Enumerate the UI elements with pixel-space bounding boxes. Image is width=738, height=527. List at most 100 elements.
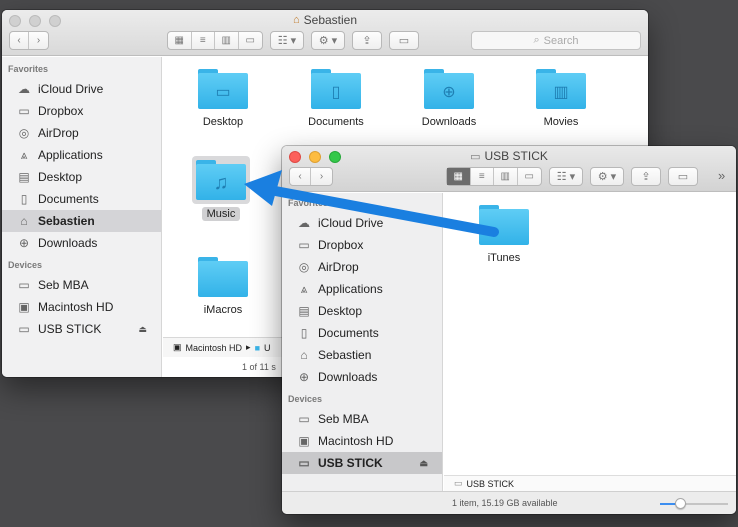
- titlebar[interactable]: ▭ USB STICK ‹ › ▦ ≡ ▥ ▭ ☷ ▾ ⚙ ▾ ⇪ ▭ »: [282, 146, 736, 192]
- sidebar: Favorites ☁ iCloud Drive ▭ Dropbox ◎ AirDro…: [282, 193, 443, 491]
- search-icon: ⌕: [533, 34, 540, 46]
- folder-icon: ▭: [298, 238, 310, 252]
- share-button[interactable]: ⇪: [631, 167, 661, 186]
- eject-icon[interactable]: ⏏: [138, 324, 147, 335]
- sidebar-item-sebastien[interactable]: ⌂ Sebastien: [2, 210, 161, 232]
- path-item[interactable]: Macintosh HD: [186, 343, 243, 353]
- forward-button[interactable]: ›: [29, 32, 48, 49]
- home-icon: ⌂: [300, 348, 308, 362]
- status-text: 1 item, 15.19 GB available: [452, 498, 558, 508]
- search-field[interactable]: ⌕ Search: [471, 31, 641, 50]
- sidebar-item-label: Dropbox: [318, 238, 364, 252]
- sidebar-item-sebastien[interactable]: ⌂ Sebastien: [282, 344, 442, 366]
- folder-icon: ⊕: [424, 69, 474, 109]
- view-mode-buttons: ▦ ≡ ▥ ▭: [167, 31, 263, 50]
- share-icon: ⇪: [362, 35, 372, 47]
- folder-downloads[interactable]: ⊕ Downloads: [401, 69, 497, 128]
- toolbar-overflow-button[interactable]: »: [718, 168, 725, 183]
- sidebar-item-label: Dropbox: [38, 104, 84, 118]
- sidebar-item-dropbox[interactable]: ▭ Dropbox: [2, 100, 161, 122]
- file-grid: iTunes: [444, 193, 736, 491]
- eject-icon[interactable]: ⏏: [419, 458, 428, 469]
- back-button[interactable]: ‹: [290, 168, 311, 185]
- path-item[interactable]: USB STICK: [467, 479, 515, 489]
- list-view-button[interactable]: ≡: [471, 168, 494, 185]
- sidebar-item-icloud-drive[interactable]: ☁ iCloud Drive: [2, 78, 161, 100]
- coverflow-view-button[interactable]: ▭: [239, 32, 262, 49]
- sidebar-item-desktop[interactable]: ▤ Desktop: [282, 300, 442, 322]
- sidebar-item-label: Macintosh HD: [38, 300, 114, 314]
- sidebar-item-macintosh-hd[interactable]: ▣ Macintosh HD: [2, 296, 161, 318]
- folder-label: Desktop: [202, 116, 244, 128]
- sidebar-item-documents[interactable]: ▯ Documents: [282, 322, 442, 344]
- sidebar-item-label: Documents: [38, 192, 99, 206]
- sidebar-item-label: Downloads: [318, 370, 378, 384]
- window-title-text: USB STICK: [484, 149, 548, 163]
- cloud-icon: ☁: [18, 82, 30, 96]
- home-icon: ⌂: [292, 14, 300, 26]
- folder-imacros[interactable]: iMacros: [175, 257, 271, 316]
- arrange-button[interactable]: ☷ ▾: [270, 31, 304, 50]
- column-view-button[interactable]: ▥: [494, 168, 518, 185]
- share-button[interactable]: ⇪: [352, 31, 382, 50]
- sidebar-item-icloud-drive[interactable]: ☁ iCloud Drive: [282, 212, 442, 234]
- finder-window-usb-stick[interactable]: ▭ USB STICK ‹ › ▦ ≡ ▥ ▭ ☷ ▾ ⚙ ▾ ⇪ ▭ » Fa…: [282, 146, 736, 514]
- usb-drive-icon: ▭: [454, 478, 463, 488]
- arrange-button[interactable]: ☷ ▾: [549, 167, 583, 186]
- sidebar-item-usb-stick[interactable]: ▭ USB STICK ⏏: [2, 318, 161, 340]
- forward-button[interactable]: ›: [311, 168, 332, 185]
- sidebar-item-label: Applications: [38, 148, 103, 162]
- column-view-button[interactable]: ▥: [215, 32, 239, 49]
- sidebar-item-label: Macintosh HD: [318, 434, 394, 448]
- folder-label: iMacros: [203, 304, 243, 316]
- status-bar: 1 item, 15.19 GB available: [282, 491, 736, 514]
- path-separator: ▸: [246, 342, 251, 352]
- favorites-header: Favorites: [288, 198, 329, 208]
- path-item[interactable]: U: [264, 343, 271, 353]
- back-forward-buttons: ‹ ›: [289, 167, 333, 186]
- sidebar-item-label: Sebastien: [318, 348, 372, 362]
- sidebar-item-downloads[interactable]: ⊕ Downloads: [282, 366, 442, 388]
- tags-button[interactable]: ▭: [389, 31, 419, 50]
- folder-icon: [198, 257, 248, 297]
- icon-view-button[interactable]: ▦: [447, 168, 471, 185]
- sidebar-item-label: Desktop: [38, 170, 83, 184]
- home-icon: ⌂: [20, 214, 28, 228]
- action-button[interactable]: ⚙ ▾: [311, 31, 345, 50]
- tags-button[interactable]: ▭: [668, 167, 698, 186]
- sidebar-item-applications[interactable]: ⩓ Applications: [2, 144, 161, 166]
- folder-icon: ▯: [311, 69, 361, 109]
- gear-icon: ⚙ ▾: [597, 171, 617, 183]
- sidebar-item-macintosh-hd[interactable]: ▣ Macintosh HD: [282, 430, 442, 452]
- icon-view-button[interactable]: ▦: [168, 32, 192, 49]
- back-button[interactable]: ‹: [10, 32, 29, 49]
- sidebar-item-applications[interactable]: ⩓ Applications: [282, 278, 442, 300]
- sidebar-item-airdrop[interactable]: ◎ AirDrop: [282, 256, 442, 278]
- sidebar-item-seb-mba[interactable]: ▭ Seb MBA: [282, 408, 442, 430]
- share-icon: ⇪: [641, 171, 651, 183]
- sidebar-item-label: Applications: [318, 282, 383, 296]
- icon-size-slider[interactable]: [660, 498, 728, 509]
- folder-documents[interactable]: ▯ Documents: [288, 69, 384, 128]
- sidebar-item-downloads[interactable]: ⊕ Downloads: [2, 232, 161, 254]
- icon-size-slider-knob[interactable]: [675, 498, 687, 509]
- sidebar-item-airdrop[interactable]: ◎ AirDrop: [2, 122, 161, 144]
- sidebar-item-seb-mba[interactable]: ▭ Seb MBA: [2, 274, 161, 296]
- titlebar[interactable]: ⌂ Sebastien ‹ › ▦ ≡ ▥ ▭ ☷ ▾ ⚙ ▾ ⇪ ▭ ⌕ Se…: [2, 10, 648, 56]
- sidebar-item-desktop[interactable]: ▤ Desktop: [2, 166, 161, 188]
- folder-desktop[interactable]: ▭ Desktop: [175, 69, 271, 128]
- sidebar-item-usb-stick[interactable]: ▭ USB STICK ⏏: [282, 452, 442, 474]
- folder-music[interactable]: ♫ Music: [173, 156, 269, 221]
- folder-movies[interactable]: ▥ Movies: [513, 69, 609, 128]
- devices-header: Devices: [8, 260, 43, 270]
- list-view-button[interactable]: ≡: [192, 32, 215, 49]
- coverflow-view-button[interactable]: ▭: [518, 168, 541, 185]
- sidebar-item-label: AirDrop: [38, 126, 79, 140]
- sidebar-item-label: USB STICK: [38, 322, 102, 336]
- sidebar-item-dropbox[interactable]: ▭ Dropbox: [282, 234, 442, 256]
- action-button[interactable]: ⚙ ▾: [590, 167, 624, 186]
- folder-itunes[interactable]: iTunes: [456, 205, 552, 264]
- folder-label: Music: [201, 207, 241, 221]
- folder-icon: ■: [254, 342, 261, 353]
- sidebar-item-documents[interactable]: ▯ Documents: [2, 188, 161, 210]
